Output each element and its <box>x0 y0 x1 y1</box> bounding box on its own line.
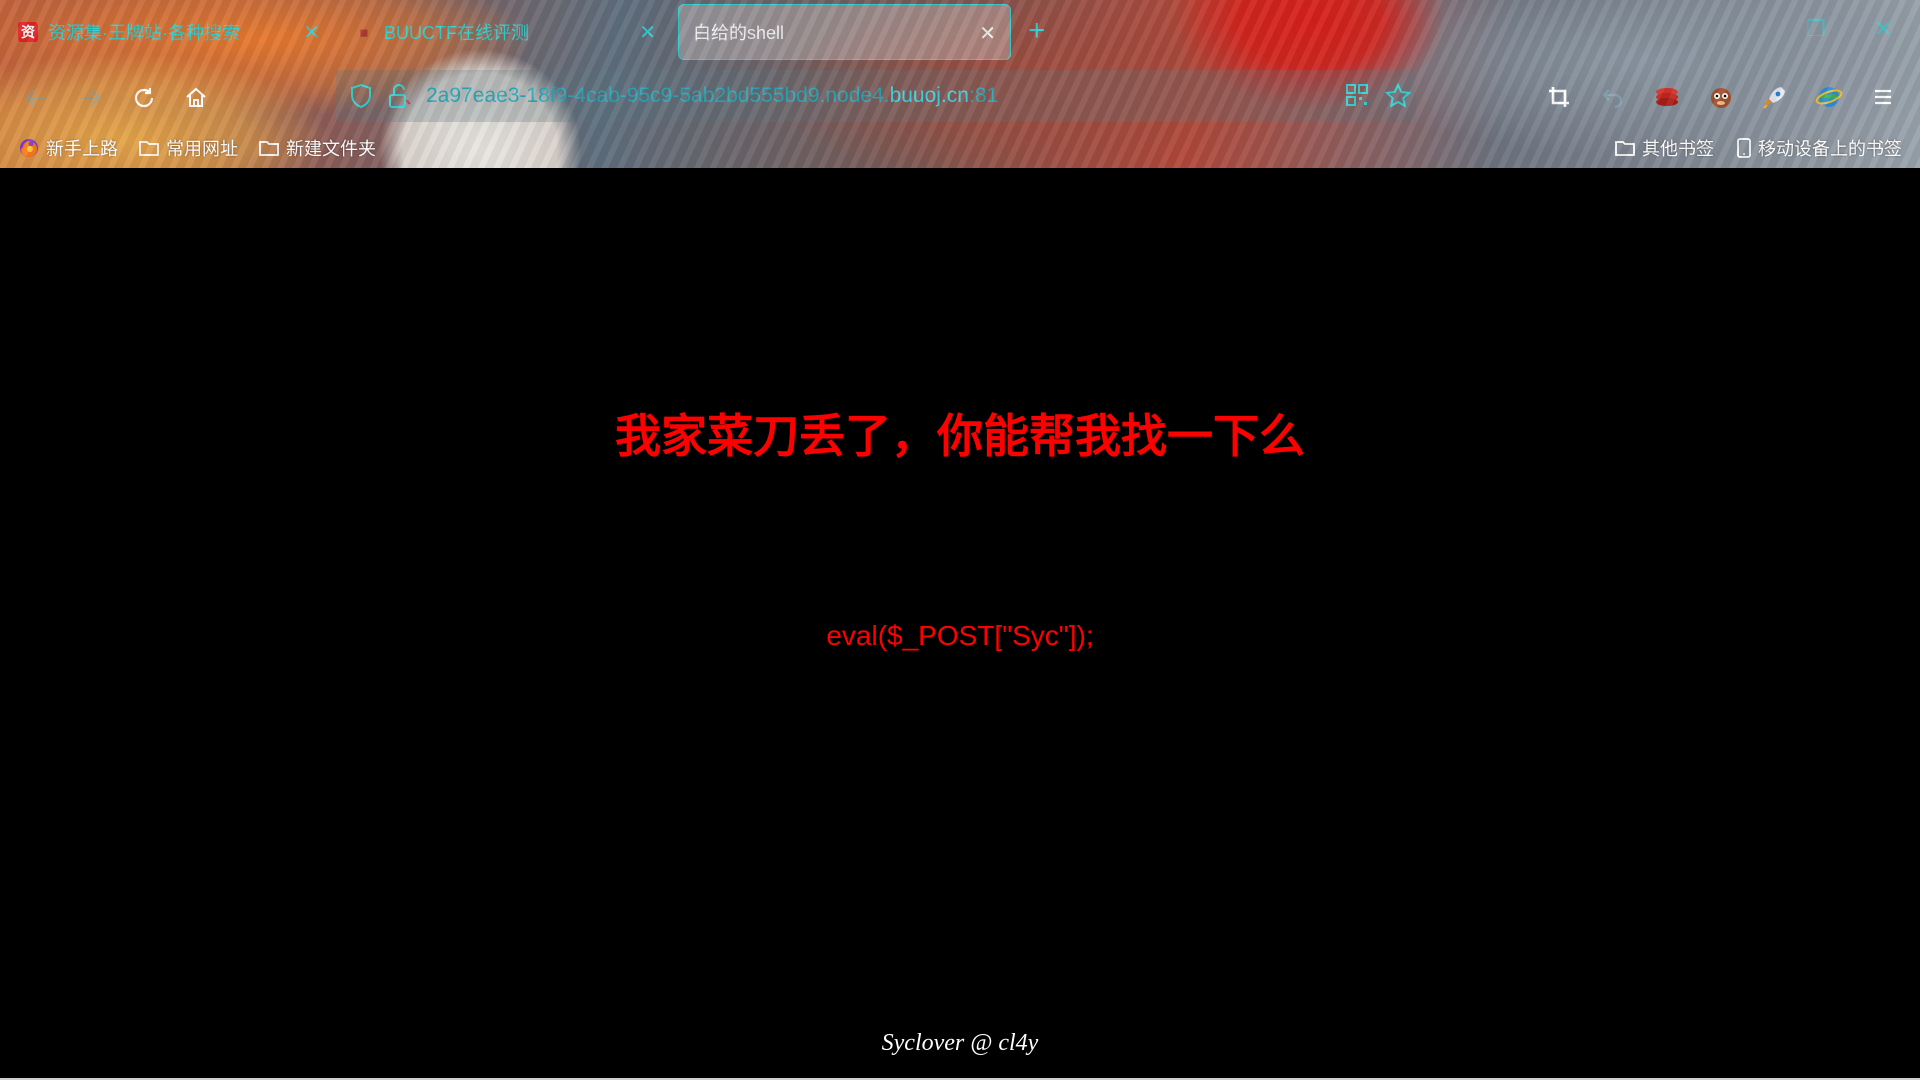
bookmark-common-sites[interactable]: 常用网址 <box>138 134 238 162</box>
url-text[interactable]: 2a97eae3-18f9-4cab-95c9-5ab2bd555bd9.nod… <box>426 84 998 108</box>
forward-button[interactable] <box>74 82 106 114</box>
bookmark-newbie[interactable]: 新手上路 <box>18 134 118 162</box>
navigation-bar: 2a97eae3-18f9-4cab-95c9-5ab2bd555bd9.nod… <box>0 64 1920 128</box>
php-code-text: eval($_POST["Syc"]); <box>826 620 1094 651</box>
reload-button[interactable] <box>128 82 160 114</box>
folder-icon <box>138 138 160 158</box>
url-subdomain: 2a97eae3-18f9-4cab-95c9-5ab2bd555bd9.nod… <box>426 84 890 107</box>
undo-icon[interactable] <box>1598 82 1628 112</box>
back-button[interactable] <box>20 82 52 114</box>
tampermonkey-icon[interactable] <box>1706 82 1736 112</box>
new-tab-button[interactable]: + <box>1028 14 1046 48</box>
page-content: 我家菜刀丢了，你能帮我找一下么 eval($_POST["Syc"]); Syc… <box>0 168 1920 1080</box>
folder-icon <box>1614 138 1636 158</box>
home-button[interactable] <box>180 82 212 114</box>
close-icon[interactable]: ✕ <box>303 20 320 45</box>
shield-icon[interactable] <box>348 82 374 115</box>
menu-icon[interactable] <box>1868 82 1898 112</box>
tab-title: 资源集·王牌站·各种搜索 <box>48 23 240 43</box>
close-icon[interactable]: ✕ <box>979 21 996 46</box>
folder-icon <box>258 138 280 158</box>
bookmark-mobile[interactable]: 移动设备上的书签 <box>1736 134 1902 162</box>
page-heading: 我家菜刀丢了，你能帮我找一下么 <box>615 409 1305 463</box>
close-icon[interactable]: ✕ <box>639 20 656 45</box>
bookmarks-bar: 新手上路 常用网址 新建文件夹 其他书签 移动设备上的书签 <box>0 128 1920 168</box>
tab-shell[interactable]: 白给的shell ✕ <box>678 4 1011 60</box>
close-window-icon[interactable]: ✕ <box>1874 16 1892 42</box>
url-port: :81 <box>968 84 999 107</box>
bookmark-label: 其他书签 <box>1642 139 1714 159</box>
qr-code-icon[interactable] <box>1344 82 1370 113</box>
redis-extension-icon[interactable] <box>1652 82 1682 112</box>
tab-resources[interactable]: 资 资源集·王牌站·各种搜索 ✕ <box>4 4 334 60</box>
mobile-icon <box>1736 137 1752 159</box>
page-footer: Syclover @ cl4y <box>881 1030 1039 1056</box>
url-host: buuoj.cn <box>889 84 969 107</box>
firefox-icon <box>18 137 40 159</box>
bookmark-label: 新手上路 <box>46 139 118 159</box>
bookmark-new-folder[interactable]: 新建文件夹 <box>258 134 376 162</box>
tab-bar: 资 资源集·王牌站·各种搜索 ✕ ◼ BUUCTF在线评测 ✕ 白给的shell… <box>0 0 1920 64</box>
globe-extension-icon[interactable] <box>1814 82 1844 112</box>
unlocked-padlock-icon[interactable] <box>386 82 412 115</box>
rocket-icon[interactable] <box>1760 82 1790 112</box>
reload-icon <box>134 88 154 108</box>
bookmark-other[interactable]: 其他书签 <box>1614 134 1714 162</box>
tab-title: 白给的shell <box>693 23 785 43</box>
browser-chrome: 资 资源集·王牌站·各种搜索 ✕ ◼ BUUCTF在线评测 ✕ 白给的shell… <box>0 0 1920 168</box>
bookmark-label: 常用网址 <box>166 139 238 159</box>
restore-window-icon[interactable]: ❐ <box>1806 16 1826 42</box>
bookmark-star-icon[interactable] <box>1384 82 1412 115</box>
tab-buuctf[interactable]: ◼ BUUCTF在线评测 ✕ <box>340 4 670 60</box>
address-bar[interactable]: 2a97eae3-18f9-4cab-95c9-5ab2bd555bd9.nod… <box>336 70 1416 122</box>
crop-icon[interactable] <box>1544 82 1574 112</box>
red-square-favicon-icon: 资 <box>18 22 38 42</box>
buuctf-favicon-icon: ◼ <box>359 26 369 39</box>
back-arrow-icon <box>25 89 45 107</box>
tab-title: BUUCTF在线评测 <box>384 23 529 43</box>
bookmark-label: 新建文件夹 <box>286 139 376 159</box>
bookmark-label: 移动设备上的书签 <box>1758 139 1902 159</box>
forward-arrow-icon <box>81 89 101 107</box>
home-icon <box>186 87 206 107</box>
